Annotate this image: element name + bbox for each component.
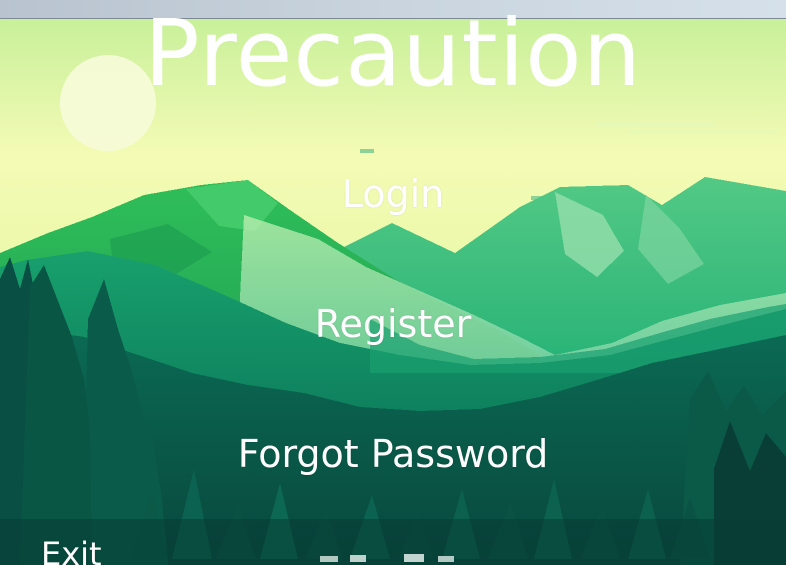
register-button[interactable]: Register <box>0 304 786 344</box>
game-title: Precaution <box>144 0 642 107</box>
exit-button[interactable]: Exit <box>41 536 102 565</box>
game-window: Precaution Login Register Forgot Passwor… <box>0 0 786 565</box>
login-button[interactable]: Login <box>0 174 786 214</box>
forgot-password-button[interactable]: Forgot Password <box>0 434 786 474</box>
